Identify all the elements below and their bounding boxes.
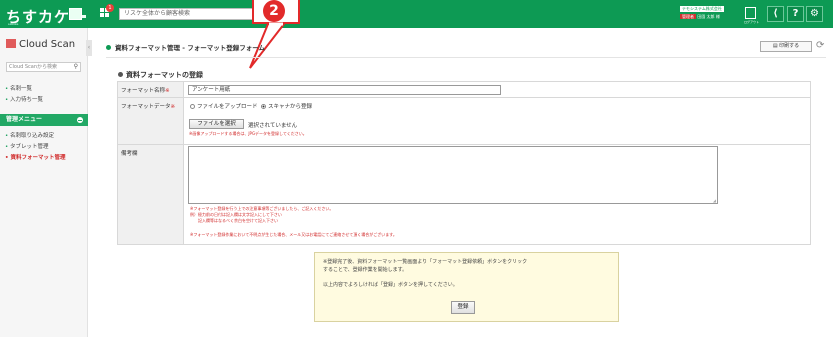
- format-data-label: フォーマットデータ※: [118, 98, 184, 144]
- radio-scanner-label[interactable]: スキャナから登録: [268, 104, 312, 110]
- memo-label: 備考欄: [118, 145, 184, 244]
- global-search-input[interactable]: リスケ全体から顧客検索: [119, 8, 273, 20]
- form-row-name: フォーマット名称※ アンケート用紙: [118, 82, 810, 98]
- sidebar-collapse-handle[interactable]: ‹: [86, 40, 92, 56]
- user-name: 田園 太郎 様: [697, 14, 720, 19]
- form-row-data: フォーマットデータ※ ファイルをアップロード スキャナから登録 ファイルを選択 …: [118, 98, 810, 145]
- file-note: ※画像アップロードする場合は、JPGデータを登録してください。: [189, 131, 307, 136]
- menu-toggle-button[interactable]: ⟨: [767, 6, 784, 22]
- submit-info-box: ※登録完了後、資料フォーマット一覧画面より「フォーマット登録依頼」ボタンをクリッ…: [314, 252, 619, 322]
- notification-badge: 1: [106, 4, 114, 12]
- info-line-1: ※登録完了後、資料フォーマット一覧画面より「フォーマット登録依頼」ボタンをクリッ…: [323, 259, 528, 265]
- memo-textarea[interactable]: [188, 146, 718, 204]
- cloud-scan-icon[interactable]: [69, 8, 86, 20]
- radio-scanner[interactable]: [261, 104, 267, 109]
- collapse-icon[interactable]: [77, 117, 83, 123]
- memo-note-4: ※フォーマット登録作業において不明点が生じた場合、メール又はお電話にてご連絡させ…: [190, 232, 397, 237]
- print-button[interactable]: 印刷する: [760, 41, 812, 52]
- data-source-radio-group: ファイルをアップロード スキャナから登録: [190, 102, 312, 110]
- user-line: 管理者 田園 太郎 様: [680, 14, 720, 20]
- memo-note-3: 記入欄等はなるべく余白を空けて記入下さい: [190, 218, 278, 223]
- user-info[interactable]: テモシステム株式会社 管理者 田園 太郎 様: [678, 6, 734, 22]
- sidebar-item-card-list[interactable]: 名刺一覧: [5, 84, 32, 92]
- app-header: ちすカケ sasuke 1 リスケ全体から顧客検索 テモシステム株式会社 管理者…: [0, 0, 833, 28]
- choose-file-button[interactable]: ファイルを選択: [189, 119, 244, 129]
- info-line-3: 以上内容でよろしければ「登録」ボタンを押してください。: [323, 282, 458, 288]
- page-title: 資料フォーマット管理 - フォーマット登録フォーム: [106, 42, 265, 52]
- help-button[interactable]: ?: [787, 6, 804, 22]
- logout-icon[interactable]: [745, 7, 756, 19]
- registration-form: フォーマット名称※ アンケート用紙 フォーマットデータ※ ファイルをアップロード…: [117, 81, 811, 245]
- sidebar-item-import-settings[interactable]: 名刺取り込み設定: [5, 131, 54, 139]
- settings-button[interactable]: ⚙: [806, 6, 823, 22]
- radio-upload-label[interactable]: ファイルをアップロード: [197, 104, 258, 110]
- register-button[interactable]: 登録: [451, 301, 475, 314]
- sidebar-item-input-queue[interactable]: 入力待ち一覧: [5, 95, 43, 103]
- user-company: テモシステム株式会社: [680, 6, 724, 12]
- sidebar: Cloud Scan Cloud Scanから検索⚲ 名刺一覧 入力待ち一覧 管…: [0, 28, 88, 337]
- logout-label: ログアウト: [744, 20, 760, 24]
- annotation-step-number: 2: [263, 0, 285, 22]
- sidebar-item-tablet-management[interactable]: タブレット管理: [5, 142, 49, 150]
- format-name-label: フォーマット名称※: [118, 82, 184, 97]
- format-name-input[interactable]: アンケート用紙: [188, 85, 501, 95]
- sidebar-search-input[interactable]: Cloud Scanから検索 ⚲: [6, 62, 81, 72]
- user-role-badge: 管理者: [680, 14, 696, 19]
- refresh-icon[interactable]: ⟳: [816, 40, 824, 51]
- sidebar-title: Cloud Scan: [6, 39, 75, 50]
- info-line-2: することで、登録作業を開始します。: [323, 267, 408, 273]
- divider: [106, 57, 826, 58]
- sidebar-item-format-management[interactable]: 資料フォーマット管理: [5, 153, 65, 161]
- file-status-text: 選択されていません: [248, 123, 298, 129]
- sidebar-section-admin-menu[interactable]: 管理メニュー: [0, 114, 88, 126]
- app-logo-subtitle: sasuke: [8, 22, 19, 26]
- search-icon[interactable]: ⚲: [74, 63, 78, 71]
- form-row-memo: 備考欄 ※フォーマット登録を行う上での注意事項等ございましたら、ご記入ください。…: [118, 145, 810, 244]
- radio-upload[interactable]: [190, 104, 195, 109]
- section-title: 資料フォーマットの登録: [118, 70, 203, 80]
- cloud-scan-logo-icon: [6, 39, 16, 48]
